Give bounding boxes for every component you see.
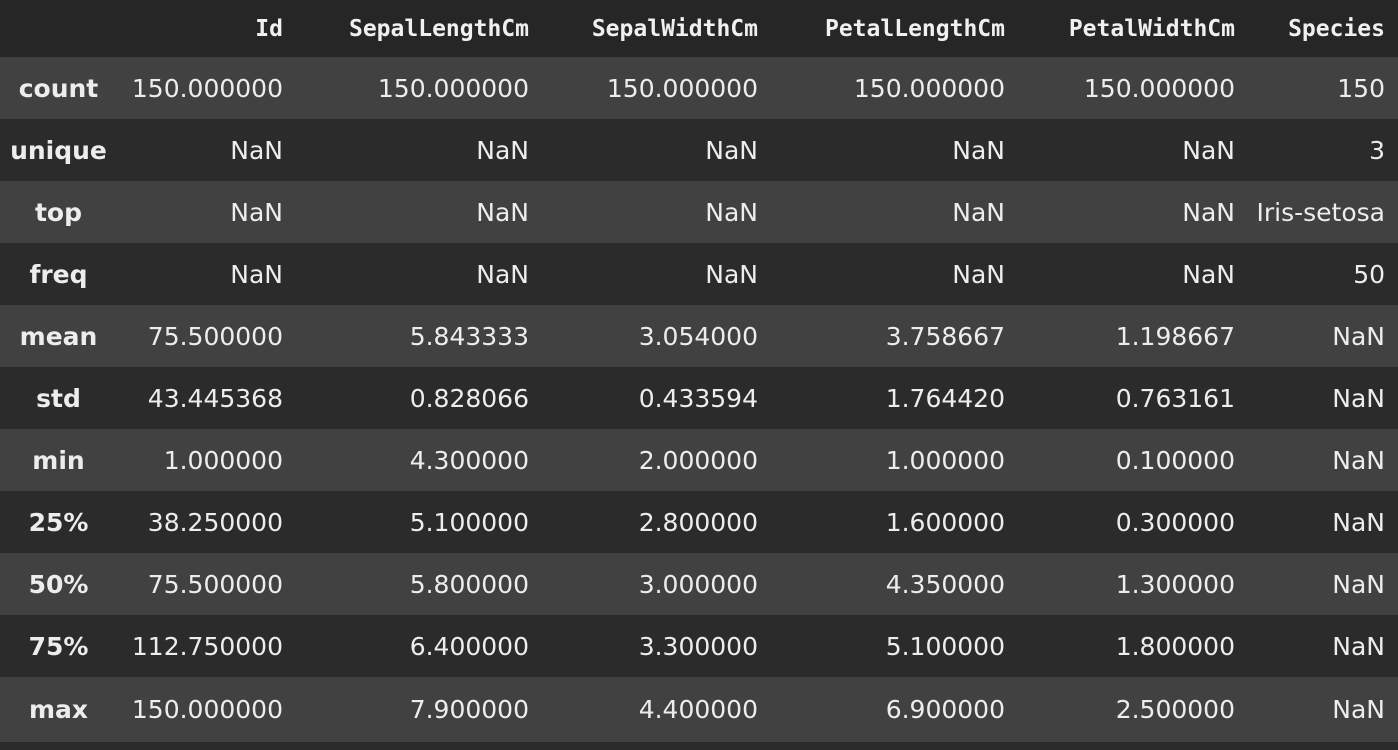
table-row: max 150.000000 7.900000 4.400000 6.90000… <box>0 677 1398 742</box>
table-cell: 150.000000 <box>1083 73 1235 103</box>
column-header-id: Id <box>255 15 283 42</box>
table-cell: 0.300000 <box>1115 507 1235 537</box>
table-cell: 5.100000 <box>409 507 529 537</box>
table-cell: NaN <box>476 135 529 165</box>
table-row: min 1.000000 4.300000 2.000000 1.000000 … <box>0 429 1398 491</box>
table-cell: NaN <box>705 135 758 165</box>
table-cell: NaN <box>1182 135 1235 165</box>
table-row: mean 75.500000 5.843333 3.054000 3.75866… <box>0 305 1398 367</box>
table-cell: 75.500000 <box>147 569 283 599</box>
table-cell: 150.000000 <box>131 695 283 724</box>
table-cell: 0.100000 <box>1115 445 1235 475</box>
table-cell: NaN <box>952 259 1005 289</box>
table-cell: 50 <box>1353 259 1385 289</box>
table-cell: 150.000000 <box>131 73 283 103</box>
table-cell: 0.828066 <box>409 383 529 413</box>
table-cell: NaN <box>230 197 283 227</box>
row-label: 75% <box>28 631 89 661</box>
table-row: count 150.000000 150.000000 150.000000 1… <box>0 57 1398 119</box>
table-cell: NaN <box>705 197 758 227</box>
table-cell: 3.000000 <box>638 569 758 599</box>
table-cell: 150 <box>1337 73 1385 103</box>
table-cell: NaN <box>1182 197 1235 227</box>
row-label: top <box>34 197 83 227</box>
table-cell: 1.000000 <box>885 445 1005 475</box>
table-row: unique NaN NaN NaN NaN NaN 3 <box>0 119 1398 181</box>
table-cell: 43.445368 <box>147 383 283 413</box>
table-header-row: Id SepalLengthCm SepalWidthCm PetalLengt… <box>0 0 1398 57</box>
table-cell: 1.600000 <box>885 507 1005 537</box>
column-header-sepal-width: SepalWidthCm <box>591 15 758 42</box>
table-cell: NaN <box>230 259 283 289</box>
table-cell: NaN <box>1332 383 1385 413</box>
table-row: freq NaN NaN NaN NaN NaN 50 <box>0 243 1398 305</box>
table-cell: NaN <box>1332 321 1385 351</box>
table-cell: 75.500000 <box>147 321 283 351</box>
row-label: max <box>28 695 89 724</box>
table-row: 25% 38.250000 5.100000 2.800000 1.600000… <box>0 491 1398 553</box>
table-cell: 0.763161 <box>1115 383 1235 413</box>
table-cell: NaN <box>1332 507 1385 537</box>
table-cell: 1.000000 <box>163 445 283 475</box>
column-header-species: Species <box>1288 15 1385 42</box>
table-cell: 3.300000 <box>638 631 758 661</box>
table-cell: 150.000000 <box>606 73 758 103</box>
table-cell: NaN <box>476 197 529 227</box>
column-header-sepal-length: SepalLengthCm <box>348 15 529 42</box>
table-row: std 43.445368 0.828066 0.433594 1.764420… <box>0 367 1398 429</box>
table-cell: 5.843333 <box>409 321 529 351</box>
table-cell: Iris-setosa <box>1256 197 1386 227</box>
table-cell: 2.800000 <box>638 507 758 537</box>
table-cell: 6.400000 <box>409 631 529 661</box>
table-cell: 0.433594 <box>638 383 758 413</box>
table-cell: 7.900000 <box>409 695 529 724</box>
table-cell: 1.300000 <box>1115 569 1235 599</box>
table-cell: NaN <box>952 135 1005 165</box>
column-header-petal-width: PetalWidthCm <box>1068 15 1235 42</box>
table-cell: 3.758667 <box>885 321 1005 351</box>
table-cell: 112.750000 <box>131 631 283 661</box>
column-header-petal-length: PetalLengthCm <box>824 15 1005 42</box>
row-label: count <box>18 73 99 103</box>
table-cell: 2.000000 <box>638 445 758 475</box>
table-cell: 150.000000 <box>853 73 1005 103</box>
table-cell: 5.800000 <box>409 569 529 599</box>
row-label: min <box>32 445 85 475</box>
table-cell: 150.000000 <box>377 73 529 103</box>
table-cell: NaN <box>476 259 529 289</box>
table-cell: NaN <box>1332 569 1385 599</box>
table-cell: 4.300000 <box>409 445 529 475</box>
table-cell: 3 <box>1369 135 1385 165</box>
table-cell: 3.054000 <box>638 321 758 351</box>
table-cell: NaN <box>705 259 758 289</box>
table-cell: 5.100000 <box>885 631 1005 661</box>
table-cell: 1.198667 <box>1115 321 1235 351</box>
table-cell: 2.500000 <box>1115 695 1235 724</box>
table-row: top NaN NaN NaN NaN NaN Iris-setosa <box>0 181 1398 243</box>
row-label: mean <box>19 321 98 351</box>
table-cell: NaN <box>230 135 283 165</box>
table-cell: NaN <box>1332 695 1385 724</box>
row-label: 50% <box>28 569 89 599</box>
table-row: 75% 112.750000 6.400000 3.300000 5.10000… <box>0 615 1398 677</box>
table-cell: 4.400000 <box>638 695 758 724</box>
table-cell: NaN <box>952 197 1005 227</box>
table-cell: NaN <box>1182 259 1235 289</box>
table-row: 50% 75.500000 5.800000 3.000000 4.350000… <box>0 553 1398 615</box>
table-cell: NaN <box>1332 631 1385 661</box>
row-label: freq <box>29 259 88 289</box>
row-label: std <box>36 383 81 413</box>
row-label: 25% <box>28 507 89 537</box>
describe-table: Id SepalLengthCm SepalWidthCm PetalLengt… <box>0 0 1398 750</box>
table-cell: 6.900000 <box>885 695 1005 724</box>
table-cell: 38.250000 <box>147 507 283 537</box>
table-cell: 1.764420 <box>885 383 1005 413</box>
table-cell: 1.800000 <box>1115 631 1235 661</box>
table-cell: NaN <box>1332 445 1385 475</box>
table-cell: 4.350000 <box>885 569 1005 599</box>
row-label: unique <box>10 135 107 165</box>
